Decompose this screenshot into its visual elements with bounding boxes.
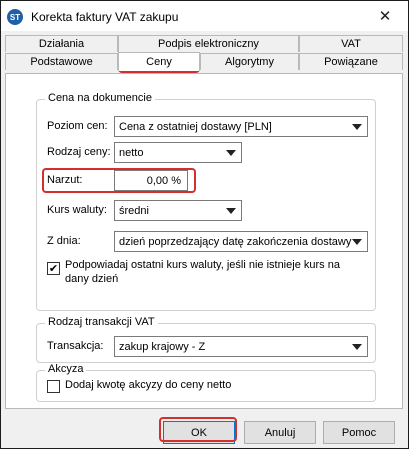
checkmark-icon: ✔ xyxy=(48,262,59,275)
price-group-legend: Cena na dokumencie xyxy=(45,92,155,104)
chevron-down-icon xyxy=(352,239,362,245)
tab-ceny[interactable]: Ceny xyxy=(118,52,200,71)
chevron-down-icon xyxy=(226,208,236,214)
price-type-label: Rodzaj ceny: xyxy=(47,146,111,158)
excise-group: Akcyza Dodaj kwotę akcyzy do ceny netto xyxy=(36,363,376,402)
excise-group-legend: Akcyza xyxy=(45,363,87,375)
exchange-rate-label: Kurs waluty: xyxy=(47,204,107,216)
exchange-rate-select[interactable]: średni xyxy=(114,200,242,221)
price-group: Cena na dokumencie Poziom cen: Cena z os… xyxy=(36,92,376,311)
dialog-window: ST Korekta faktury VAT zakupu ✕ Działani… xyxy=(0,0,409,449)
date-label: Z dnia: xyxy=(47,235,81,247)
add-excise-checkbox[interactable] xyxy=(47,380,60,393)
price-level-label: Poziom cen: xyxy=(47,120,108,132)
tab-podpis-elektroniczny[interactable]: Podpis elektroniczny xyxy=(118,35,299,52)
close-button[interactable]: ✕ xyxy=(368,3,402,29)
window-title: Korekta faktury VAT zakupu xyxy=(31,10,179,24)
price-level-select[interactable]: Cena z ostatniej dostawy [PLN] xyxy=(114,116,368,137)
markup-field[interactable]: 0,00 % xyxy=(114,170,188,191)
title-bar: ST Korekta faktury VAT zakupu ✕ xyxy=(1,1,408,31)
tab-strip: Działania Podpis elektroniczny VAT Podst… xyxy=(1,31,408,75)
add-excise-label: Dodaj kwotę akcyzy do ceny netto xyxy=(65,379,232,391)
cancel-button[interactable]: Anuluj xyxy=(244,421,316,444)
tab-dzialania[interactable]: Działania xyxy=(5,35,118,52)
vat-group-legend: Rodzaj transakcji VAT xyxy=(45,316,158,328)
exchange-rate-value: średni xyxy=(119,204,149,217)
transaction-value: zakup krajowy - Z xyxy=(119,340,206,353)
chevron-down-icon xyxy=(352,344,362,350)
ok-button[interactable]: OK xyxy=(163,421,235,444)
date-select[interactable]: dzień poprzedzający datę zakończenia dos… xyxy=(114,231,368,252)
app-logo-icon: ST xyxy=(7,9,23,25)
chevron-down-icon xyxy=(352,124,362,130)
suggest-rate-label-line1: Podpowiadaj ostatni kurs waluty, jeśli n… xyxy=(65,259,340,271)
chevron-down-icon xyxy=(226,150,236,156)
vat-group: Rodzaj transakcji VAT Transakcja: zakup … xyxy=(36,316,376,363)
markup-label: Narzut: xyxy=(47,174,83,186)
tab-powiazane[interactable]: Powiązane xyxy=(299,53,403,70)
price-type-value: netto xyxy=(119,146,144,159)
tab-podstawowe[interactable]: Podstawowe xyxy=(5,53,118,70)
tab-algorytmy[interactable]: Algorytmy xyxy=(200,53,299,70)
ceny-panel: Cena na dokumencie Poziom cen: Cena z os… xyxy=(5,73,403,409)
suggest-rate-checkbox[interactable]: ✔ xyxy=(47,262,60,275)
suggest-rate-label-line2: dany dzień xyxy=(65,273,119,285)
transaction-select[interactable]: zakup krajowy - Z xyxy=(114,336,368,357)
transaction-label: Transakcja: xyxy=(47,340,104,352)
tab-vat[interactable]: VAT xyxy=(299,35,403,52)
date-value: dzień poprzedzający datę zakończenia dos… xyxy=(119,235,352,248)
price-type-select[interactable]: netto xyxy=(114,142,242,163)
price-level-value: Cena z ostatniej dostawy [PLN] xyxy=(119,120,272,133)
markup-value: 0,00 % xyxy=(146,174,181,187)
help-button[interactable]: Pomoc xyxy=(323,421,395,444)
